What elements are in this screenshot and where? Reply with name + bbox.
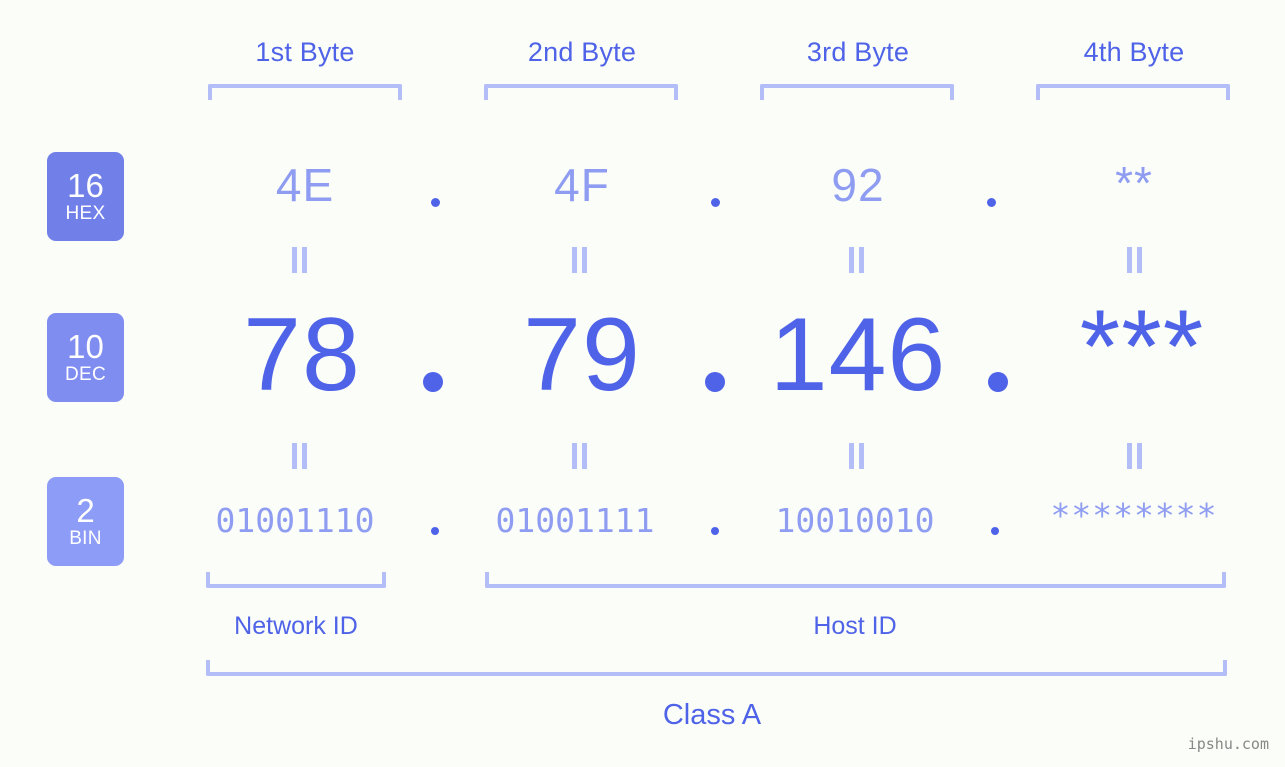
bin-byte-3: 10010010	[775, 501, 935, 540]
byte-header-1: 1st Byte	[255, 37, 355, 67]
byte-header-2: 2nd Byte	[527, 37, 637, 67]
equals-dec-bin-1	[292, 443, 308, 469]
equals-hex-dec-4	[1127, 247, 1143, 273]
equals-dec-bin-4	[1127, 443, 1143, 469]
bin-separator-dot-3	[991, 527, 999, 535]
dec-byte-1: 78	[243, 297, 361, 413]
site-watermark: ipshu.com	[1187, 735, 1269, 753]
hex-byte-1: 4E	[275, 159, 335, 211]
byte-header-3: 3rd Byte	[806, 37, 910, 67]
base-badge-bin-label: BIN	[69, 528, 102, 549]
dec-byte-3: 146	[769, 297, 947, 413]
base-badge-hex-number: 16	[67, 167, 104, 204]
equals-hex-dec-1	[292, 247, 308, 273]
base-badge-bin-number: 2	[76, 492, 95, 529]
base-badge-hex: 16 HEX	[47, 152, 124, 241]
byte-bracket-4	[1036, 84, 1230, 100]
host-id-bracket	[485, 572, 1226, 588]
dec-byte-4: ***	[1079, 289, 1205, 405]
dec-separator-dot-2	[705, 372, 725, 392]
hex-separator-dot-1	[431, 198, 440, 207]
hex-byte-4: **	[1115, 157, 1153, 209]
network-id-bracket	[206, 572, 386, 588]
hex-byte-2: 4F	[554, 159, 610, 211]
ip-breakdown-diagram: 1st Byte 2nd Byte 3rd Byte 4th Byte 16 H…	[0, 0, 1285, 767]
byte-bracket-2	[484, 84, 678, 100]
bin-separator-dot-2	[711, 527, 719, 535]
base-badge-dec: 10 DEC	[47, 313, 124, 402]
byte-bracket-3	[760, 84, 954, 100]
bin-byte-1: 01001110	[215, 501, 375, 540]
host-id-label: Host ID	[813, 612, 897, 640]
class-bracket	[206, 660, 1227, 676]
bin-byte-4: ********	[1050, 496, 1218, 535]
equals-dec-bin-3	[849, 443, 865, 469]
hex-separator-dot-2	[711, 198, 720, 207]
equals-hex-dec-3	[849, 247, 865, 273]
bin-separator-dot-1	[431, 527, 439, 535]
network-id-label: Network ID	[234, 612, 358, 640]
dec-separator-dot-1	[423, 372, 443, 392]
bin-byte-2: 01001111	[495, 501, 655, 540]
equals-hex-dec-2	[572, 247, 588, 273]
byte-bracket-1	[208, 84, 402, 100]
base-badge-hex-label: HEX	[65, 203, 106, 224]
base-badge-dec-label: DEC	[64, 364, 106, 385]
base-badge-bin: 2 BIN	[47, 477, 124, 566]
equals-dec-bin-2	[572, 443, 588, 469]
byte-header-4: 4th Byte	[1083, 37, 1185, 67]
hex-byte-3: 92	[831, 159, 885, 211]
class-label: Class A	[662, 699, 762, 731]
dec-separator-dot-3	[988, 372, 1008, 392]
hex-separator-dot-3	[987, 198, 996, 207]
base-badge-dec-number: 10	[67, 328, 104, 365]
dec-byte-2: 79	[523, 297, 641, 413]
